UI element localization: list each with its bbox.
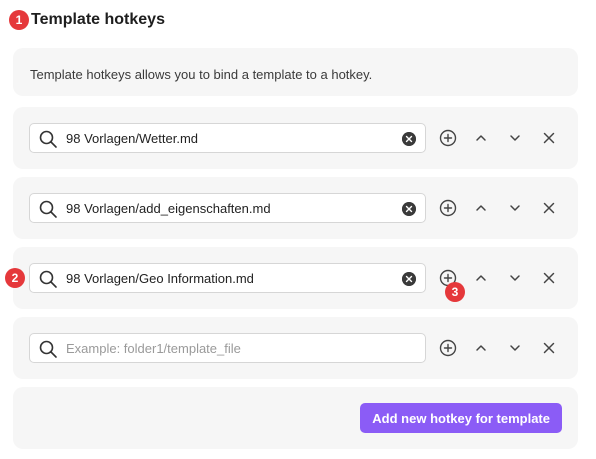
annotation-badge-2: 2: [5, 268, 25, 288]
search-icon: [39, 340, 57, 358]
clear-icon[interactable]: [402, 132, 416, 146]
footer-card: Add new hotkey for template: [13, 387, 578, 449]
close-icon[interactable]: [539, 268, 559, 288]
template-search-field[interactable]: 98 Vorlagen/Wetter.md: [29, 123, 426, 153]
annotation-badge-3: 3: [445, 282, 465, 302]
hotkey-row: 98 Vorlagen/add_eigenschaften.md: [13, 177, 578, 239]
annotation-badge-1: 1: [9, 10, 29, 30]
close-icon[interactable]: [539, 198, 559, 218]
chevron-up-icon[interactable]: [471, 198, 491, 218]
add-hotkey-icon[interactable]: [438, 198, 458, 218]
template-path-value: 98 Vorlagen/add_eigenschaften.md: [66, 201, 271, 216]
close-icon[interactable]: [539, 128, 559, 148]
template-path-value: 98 Vorlagen/Geo Information.md: [66, 271, 254, 286]
add-hotkey-button[interactable]: Add new hotkey for template: [360, 403, 562, 433]
chevron-down-icon[interactable]: [505, 268, 525, 288]
template-search-field[interactable]: 98 Vorlagen/Geo Information.md: [29, 263, 426, 293]
template-search-field[interactable]: 98 Vorlagen/add_eigenschaften.md: [29, 193, 426, 223]
search-icon: [39, 200, 57, 218]
chevron-up-icon[interactable]: [471, 128, 491, 148]
description-card: Template hotkeys allows you to bind a te…: [13, 48, 578, 96]
search-icon: [39, 270, 57, 288]
chevron-down-icon[interactable]: [505, 338, 525, 358]
hotkey-row: 98 Vorlagen/Wetter.md: [13, 107, 578, 169]
search-icon: [39, 130, 57, 148]
description-text: Template hotkeys allows you to bind a te…: [30, 67, 373, 82]
add-hotkey-icon[interactable]: [438, 128, 458, 148]
hotkey-row: Example: folder1/template_file: [13, 317, 578, 379]
template-path-value: 98 Vorlagen/Wetter.md: [66, 131, 199, 146]
add-hotkey-icon[interactable]: [438, 338, 458, 358]
page-title: Template hotkeys: [31, 11, 165, 28]
clear-icon[interactable]: [402, 202, 416, 216]
chevron-up-icon[interactable]: [471, 268, 491, 288]
hotkey-row: 98 Vorlagen/Geo Information.md: [13, 247, 578, 309]
chevron-up-icon[interactable]: [471, 338, 491, 358]
template-search-field[interactable]: Example: folder1/template_file: [29, 333, 426, 363]
template-path-placeholder: Example: folder1/template_file: [66, 341, 241, 356]
chevron-down-icon[interactable]: [505, 198, 525, 218]
clear-icon[interactable]: [402, 272, 416, 286]
chevron-down-icon[interactable]: [505, 128, 525, 148]
close-icon[interactable]: [539, 338, 559, 358]
